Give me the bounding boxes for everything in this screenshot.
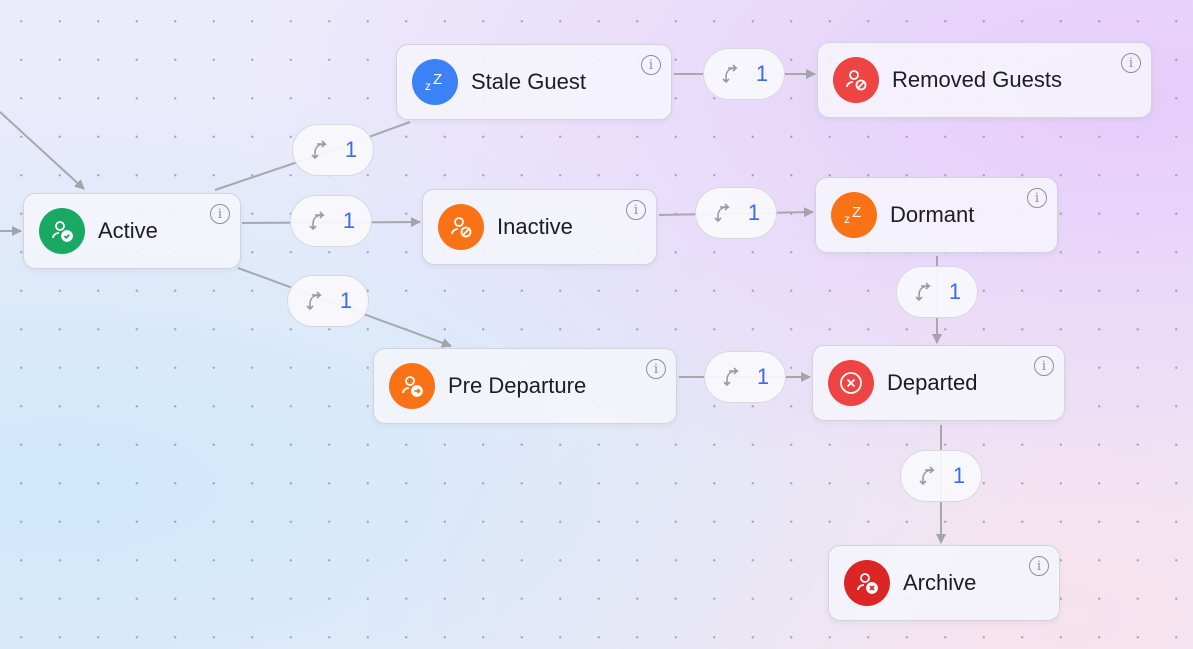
transition-arrows-icon (311, 140, 327, 160)
transition-arrows-icon (722, 64, 738, 84)
node-archive[interactable]: Archive i (828, 545, 1060, 621)
user-blocked-icon (438, 204, 484, 250)
transition-count: 1 (339, 288, 353, 313)
transition-arrows-icon (309, 211, 325, 231)
transition-count: 1 (342, 208, 356, 233)
svg-text:z: z (425, 79, 431, 93)
transition-count: 1 (756, 364, 770, 389)
node-label: Dormant (890, 202, 975, 227)
transition-count: 1 (952, 463, 966, 488)
node-label: Stale Guest (471, 69, 586, 94)
transition-pill[interactable]: 1 (896, 266, 978, 318)
node-label: Pre Departure (448, 373, 587, 398)
node-removed-guests[interactable]: Removed Guests i (817, 42, 1152, 118)
transition-arrows-icon (915, 282, 931, 302)
node-active[interactable]: Active i (23, 193, 241, 269)
transition-pill[interactable]: 1 (287, 275, 369, 327)
info-icon[interactable]: i (210, 204, 230, 224)
info-icon[interactable]: i (1121, 53, 1141, 73)
user-arrow-icon (389, 363, 435, 409)
node-label: Departed (887, 370, 978, 395)
transition-pill[interactable]: 1 (703, 48, 785, 100)
circle-x-icon (828, 360, 874, 406)
svg-text:Z: Z (852, 204, 861, 221)
transition-pill[interactable]: 1 (292, 124, 374, 176)
node-stale-guest[interactable]: z Z Stale Guest i (396, 44, 672, 120)
node-label: Removed Guests (892, 67, 1062, 92)
transition-pill[interactable]: 1 (900, 450, 982, 502)
info-icon[interactable]: i (641, 55, 661, 75)
edge-incoming-top (0, 111, 85, 190)
transition-count: 1 (747, 200, 761, 225)
svg-text:Z: Z (433, 71, 442, 88)
node-label: Inactive (497, 214, 573, 239)
svg-text:z: z (844, 212, 850, 226)
transition-count: 1 (948, 279, 962, 304)
transition-count: 1 (755, 61, 769, 86)
user-x-icon (844, 560, 890, 606)
transition-pill[interactable]: 1 (704, 351, 786, 403)
info-icon[interactable]: i (626, 200, 646, 220)
transition-count: 1 (344, 137, 358, 162)
info-icon[interactable]: i (1029, 556, 1049, 576)
node-label: Active (98, 218, 158, 243)
node-departed[interactable]: Departed i (812, 345, 1065, 421)
user-blocked-icon (833, 57, 879, 103)
transition-arrows-icon (723, 367, 739, 387)
info-icon[interactable]: i (1027, 188, 1047, 208)
node-pre-departure[interactable]: Pre Departure i (373, 348, 677, 424)
transition-pill[interactable]: 1 (695, 187, 777, 239)
info-icon[interactable]: i (646, 359, 666, 379)
node-dormant[interactable]: z Z Dormant i (815, 177, 1058, 253)
sleep-zz-icon: zZ (412, 59, 458, 105)
node-inactive[interactable]: Inactive i (422, 189, 657, 265)
transition-arrows-icon (714, 203, 730, 223)
info-icon[interactable]: i (1034, 356, 1054, 376)
transition-pill[interactable]: 1 (290, 195, 372, 247)
node-label: Archive (903, 570, 977, 595)
user-check-icon (39, 208, 85, 254)
sleep-zz-icon: zZ (831, 192, 877, 238)
transition-arrows-icon (919, 466, 935, 486)
transition-arrows-icon (306, 291, 322, 311)
